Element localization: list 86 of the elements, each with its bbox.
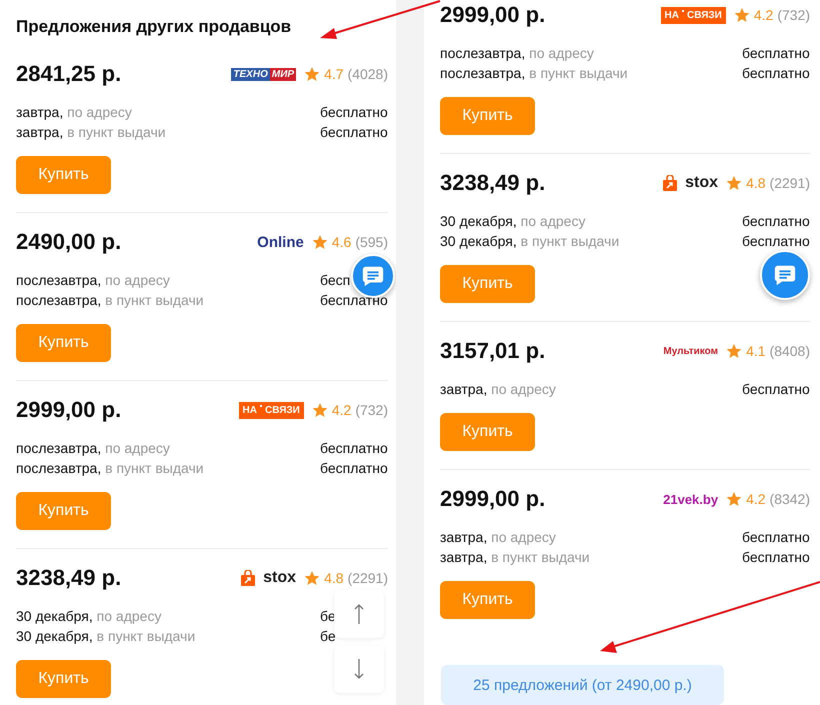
offer-price: 2999,00 р. xyxy=(440,2,546,28)
seller-logo: Мультиком xyxy=(663,346,718,356)
delivery-option: завтра, по адресу xyxy=(440,527,556,547)
delivery-cost: бесплатно xyxy=(742,549,810,565)
delivery-cost: бесплатно xyxy=(742,45,810,61)
seller-logo: Online xyxy=(257,234,304,250)
up-arrow-icon xyxy=(354,603,364,625)
delivery-option: завтра, по адресу xyxy=(16,102,132,122)
delivery-option: завтра, в пункт выдачи xyxy=(16,122,166,142)
star-icon xyxy=(312,234,328,250)
delivery-cost: бесплатно xyxy=(742,529,810,545)
star-icon xyxy=(726,343,742,359)
delivery-cost: бесплатно xyxy=(742,213,810,229)
rating-value: 4.2 xyxy=(746,491,766,507)
delivery-cost: бесплатно xyxy=(742,381,810,397)
rating-value: 4.8 xyxy=(746,175,766,191)
review-count: (595) xyxy=(355,234,388,250)
delivery-cost: бесплатно xyxy=(320,440,388,456)
rating-value: 4.1 xyxy=(746,343,766,359)
delivery-option: 30 декабря, в пункт выдачи xyxy=(16,626,196,646)
review-count: (2291) xyxy=(348,570,388,586)
delivery-cost: бесп xyxy=(320,272,350,288)
down-arrow-icon xyxy=(354,658,364,680)
star-icon xyxy=(734,7,750,23)
review-count: (4028) xyxy=(348,66,388,82)
delivery-cost: бесплатно xyxy=(320,460,388,476)
seller-logo: 21vek.by xyxy=(663,492,718,506)
delivery-option: послезавтра, в пункт выдачи xyxy=(16,290,204,310)
shopping-bag-icon xyxy=(663,175,678,191)
buy-button[interactable]: Купить xyxy=(16,324,111,362)
review-count: (8408) xyxy=(770,343,810,359)
delivery-cost: бе xyxy=(320,628,336,644)
buy-button[interactable]: Купить xyxy=(440,265,535,303)
review-count: (8342) xyxy=(770,491,810,507)
all-offers-button[interactable]: 25 предложений (от 2490,00 р.) xyxy=(441,665,724,705)
seller-logo: НА СВЯЗИ xyxy=(660,6,726,24)
seller-logo: ТЕХНО МИР xyxy=(231,68,296,80)
seller-logo: НА СВЯЗИ xyxy=(238,402,304,418)
shopping-bag-icon xyxy=(241,570,256,586)
star-icon xyxy=(726,175,742,191)
offer-price: 3238,49 р. xyxy=(440,170,546,196)
chat-button[interactable] xyxy=(760,250,810,300)
buy-button[interactable]: Купить xyxy=(16,660,111,698)
delivery-option: послезавтра, в пункт выдачи xyxy=(16,458,204,478)
delivery-option: послезавтра, по адресу xyxy=(16,438,170,458)
section-title: Предложения других продавцов xyxy=(16,16,292,38)
buy-button[interactable]: Купить xyxy=(440,97,535,135)
offer-price: 2999,00 р. xyxy=(16,397,122,423)
delivery-option: 30 декабря, по адресу xyxy=(440,211,586,231)
delivery-cost: бесплатно xyxy=(320,104,388,120)
offer-price: 3238,49 р. xyxy=(16,565,122,591)
offer-price: 2841,25 р. xyxy=(16,61,122,87)
offer-price: 2999,00 р. xyxy=(440,486,546,512)
rating-value: 4.2 xyxy=(332,402,352,418)
star-icon xyxy=(304,570,320,586)
rating-value: 4.6 xyxy=(332,234,352,250)
delivery-cost: бесплатно xyxy=(320,124,388,140)
buy-button[interactable]: Купить xyxy=(16,156,111,194)
buy-button[interactable]: Купить xyxy=(440,413,535,451)
star-icon xyxy=(304,66,320,82)
delivery-option: послезавтра, по адресу xyxy=(16,270,170,290)
delivery-option: 30 декабря, по адресу xyxy=(16,606,162,626)
delivery-option: завтра, по адресу xyxy=(440,379,556,399)
rating-value: 4.7 xyxy=(324,66,344,82)
review-count: (2291) xyxy=(770,175,810,191)
buy-button[interactable]: Купить xyxy=(16,492,111,530)
delivery-cost: бесплатно xyxy=(742,233,810,249)
rating-value: 4.2 xyxy=(754,7,774,23)
rating-value: 4.8 xyxy=(324,570,344,586)
delivery-option: 30 декабря, в пункт выдачи xyxy=(440,231,620,251)
delivery-option: завтра, в пункт выдачи xyxy=(440,547,590,567)
offer-price: 2490,00 р. xyxy=(16,229,122,255)
buy-button[interactable]: Купить xyxy=(440,581,535,619)
review-count: (732) xyxy=(355,402,388,418)
chat-icon xyxy=(773,263,797,287)
star-icon xyxy=(726,491,742,507)
seller-logo: stox xyxy=(263,569,296,587)
chat-icon xyxy=(361,264,385,288)
delivery-option: послезавтра, по адресу xyxy=(440,43,594,63)
offer-price: 3157,01 р. xyxy=(440,338,546,364)
delivery-option: послезавтра, в пункт выдачи xyxy=(440,63,628,83)
star-icon xyxy=(312,402,328,418)
seller-logo: stox xyxy=(685,174,718,192)
delivery-cost: бесплатно xyxy=(320,292,388,308)
delivery-cost: бесплатно xyxy=(742,65,810,81)
review-count: (732) xyxy=(777,7,810,23)
